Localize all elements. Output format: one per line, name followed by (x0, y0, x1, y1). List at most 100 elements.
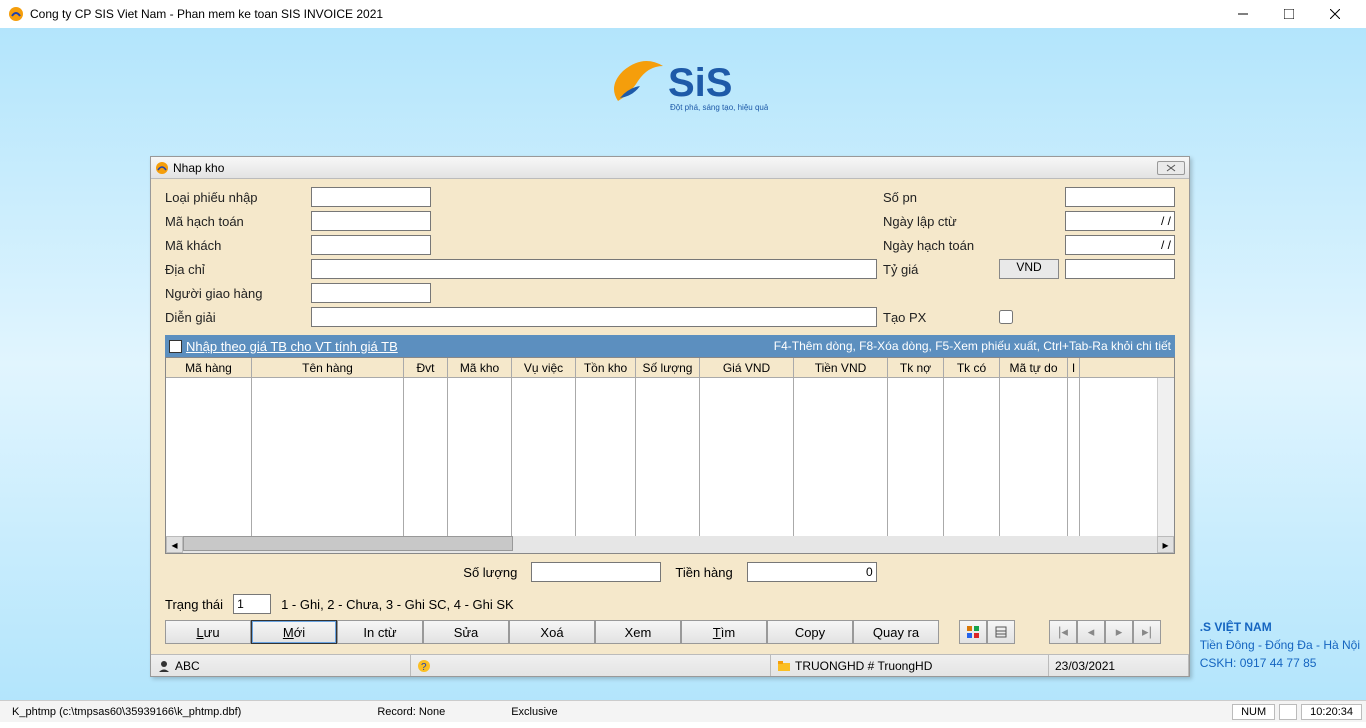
first-button[interactable]: |◂ (1049, 620, 1077, 644)
input-ngay-ht[interactable] (1065, 235, 1175, 255)
input-dien-giai[interactable] (311, 307, 877, 327)
last-button[interactable]: ▸| (1133, 620, 1161, 644)
col-body[interactable] (700, 378, 794, 536)
col-header[interactable]: Mã tự do (1000, 358, 1068, 377)
istatus-abc: ABC (175, 659, 200, 673)
maximize-button[interactable] (1266, 0, 1312, 28)
ostatus-path: K_phtmp (c:\tmpsas60\35939166\k_phtmp.db… (4, 706, 249, 718)
label-ty-gia: Tỷ giá (883, 262, 993, 277)
col-body[interactable] (636, 378, 700, 536)
inner-titlebar[interactable]: Nhap kho (151, 157, 1189, 179)
col-body[interactable] (888, 378, 944, 536)
xoa-button[interactable]: Xoá (509, 620, 595, 644)
input-ma-hach-toan[interactable] (311, 211, 431, 231)
col-body[interactable] (252, 378, 404, 536)
col-header[interactable]: Mã hàng (166, 358, 252, 377)
col-header[interactable]: Tk có (944, 358, 1000, 377)
col-header[interactable]: Mã kho (448, 358, 512, 377)
tool-icon-2[interactable] (987, 620, 1015, 644)
scroll-left-button[interactable]: ◂ (166, 536, 183, 553)
istatus-date: 23/03/2021 (1049, 655, 1189, 676)
logo-area: SiS Đột phá, sáng tạo, hiệu quả (0, 28, 1366, 127)
label-dien-giai: Diễn giải (165, 310, 305, 325)
company-addr: Tiền Đông - Đống Đa - Hà Nội (1200, 636, 1360, 654)
input-ty-gia[interactable] (1065, 259, 1175, 279)
summary-row: Số lượng Tiền hàng (165, 554, 1175, 590)
sua-button[interactable]: Sửa (423, 620, 509, 644)
vnd-button[interactable]: VND (999, 259, 1059, 279)
col-header[interactable]: Giá VND (700, 358, 794, 377)
checkbox-nhap-tb[interactable] (169, 340, 182, 353)
in-button[interactable]: In ctừ (337, 620, 423, 644)
label-trang-thai: Trạng thái (165, 597, 223, 612)
col-body[interactable] (944, 378, 1000, 536)
copy-button[interactable]: Copy (767, 620, 853, 644)
scroll-right-button[interactable]: ▸ (1157, 536, 1174, 553)
col-body[interactable] (166, 378, 252, 536)
input-tien-hang-sum[interactable] (747, 562, 877, 582)
label-ma-khach: Mã khách (165, 238, 305, 253)
col-body[interactable] (576, 378, 636, 536)
checkbox-tao-px[interactable] (999, 310, 1013, 324)
input-trang-thai[interactable] (233, 594, 271, 614)
close-button[interactable] (1312, 0, 1358, 28)
input-ngay-lap[interactable] (1065, 211, 1175, 231)
xem-button[interactable]: Xem (595, 620, 681, 644)
next-button[interactable]: ▸ (1105, 620, 1133, 644)
label-ma-hach-toan: Mã hạch toán (165, 214, 305, 229)
titlebar: Cong ty CP SIS Viet Nam - Phan mem ke to… (0, 0, 1366, 28)
trang-thai-legend: 1 - Ghi, 2 - Chưa, 3 - Ghi SC, 4 - Ghi S… (281, 597, 514, 612)
tool-icon-1[interactable] (959, 620, 987, 644)
ostatus-time: 10:20:34 (1301, 704, 1362, 720)
col-header[interactable]: Tên hàng (252, 358, 404, 377)
col-body[interactable] (404, 378, 448, 536)
input-nguoi-giao[interactable] (311, 283, 431, 303)
col-header[interactable]: Tồn kho (576, 358, 636, 377)
inner-close-button[interactable] (1157, 161, 1185, 175)
col-body[interactable] (794, 378, 888, 536)
table-body[interactable] (166, 378, 1157, 536)
ostatus-num: NUM (1232, 704, 1275, 720)
company-phone: CSKH: 0917 44 77 85 (1200, 654, 1360, 672)
col-body[interactable] (1000, 378, 1068, 536)
col-header[interactable]: Số lượng (636, 358, 700, 377)
label-dia-chi: Địa chỉ (165, 262, 305, 277)
label-loai-phieu: Loại phiếu nhập (165, 190, 305, 205)
nav-group: |◂ ◂ ▸ ▸| (1049, 620, 1161, 644)
col-header[interactable]: Vụ việc (512, 358, 576, 377)
input-dia-chi[interactable] (311, 259, 877, 279)
label-tao-px: Tạo PX (883, 310, 993, 325)
blue-band: Nhập theo giá TB cho VT tính giá TB F4-T… (165, 335, 1175, 357)
quay-ra-button[interactable]: Quay ra (853, 620, 939, 644)
col-body[interactable] (448, 378, 512, 536)
input-ma-khach[interactable] (311, 235, 431, 255)
col-header[interactable]: I (1068, 358, 1080, 377)
prev-button[interactable]: ◂ (1077, 620, 1105, 644)
horizontal-scrollbar[interactable]: ◂ ▸ (166, 536, 1174, 553)
luu-button[interactable]: Lưu (165, 620, 251, 644)
col-header[interactable]: Tk nợ (888, 358, 944, 377)
folder-icon (777, 660, 791, 672)
col-header[interactable]: Tiền VND (794, 358, 888, 377)
svg-text:?: ? (421, 662, 427, 673)
minimize-button[interactable] (1220, 0, 1266, 28)
moi-button[interactable]: Mới (251, 620, 337, 644)
input-so-luong-sum[interactable] (531, 562, 661, 582)
tim-button[interactable]: Tìm (681, 620, 767, 644)
col-body[interactable] (512, 378, 576, 536)
scrollbar-thumb[interactable] (183, 536, 513, 551)
person-icon (157, 659, 171, 673)
vertical-scrollbar[interactable] (1157, 378, 1174, 536)
outer-statusbar: K_phtmp (c:\tmpsas60\35939166\k_phtmp.db… (0, 700, 1366, 722)
blue-band-hint: F4-Thêm dòng, F8-Xóa dòng, F5-Xem phiếu … (774, 339, 1171, 353)
input-loai-phieu[interactable] (311, 187, 431, 207)
svg-text:SiS: SiS (668, 61, 732, 105)
svg-text:Đột phá, sáng tạo, hiệu quả: Đột phá, sáng tạo, hiệu quả (670, 103, 768, 112)
input-so-pn[interactable] (1065, 187, 1175, 207)
col-header[interactable]: Đvt (404, 358, 448, 377)
inner-statusbar: ABC ? TRUONGHD # TruongHD 23/03/2021 (151, 654, 1189, 676)
trang-thai-row: Trạng thái 1 - Ghi, 2 - Chưa, 3 - Ghi SC… (165, 590, 1175, 618)
label-ngay-lap: Ngày lập ctừ (883, 214, 993, 229)
col-body[interactable] (1068, 378, 1080, 536)
label-so-luong-sum: Số lượng (463, 565, 517, 580)
